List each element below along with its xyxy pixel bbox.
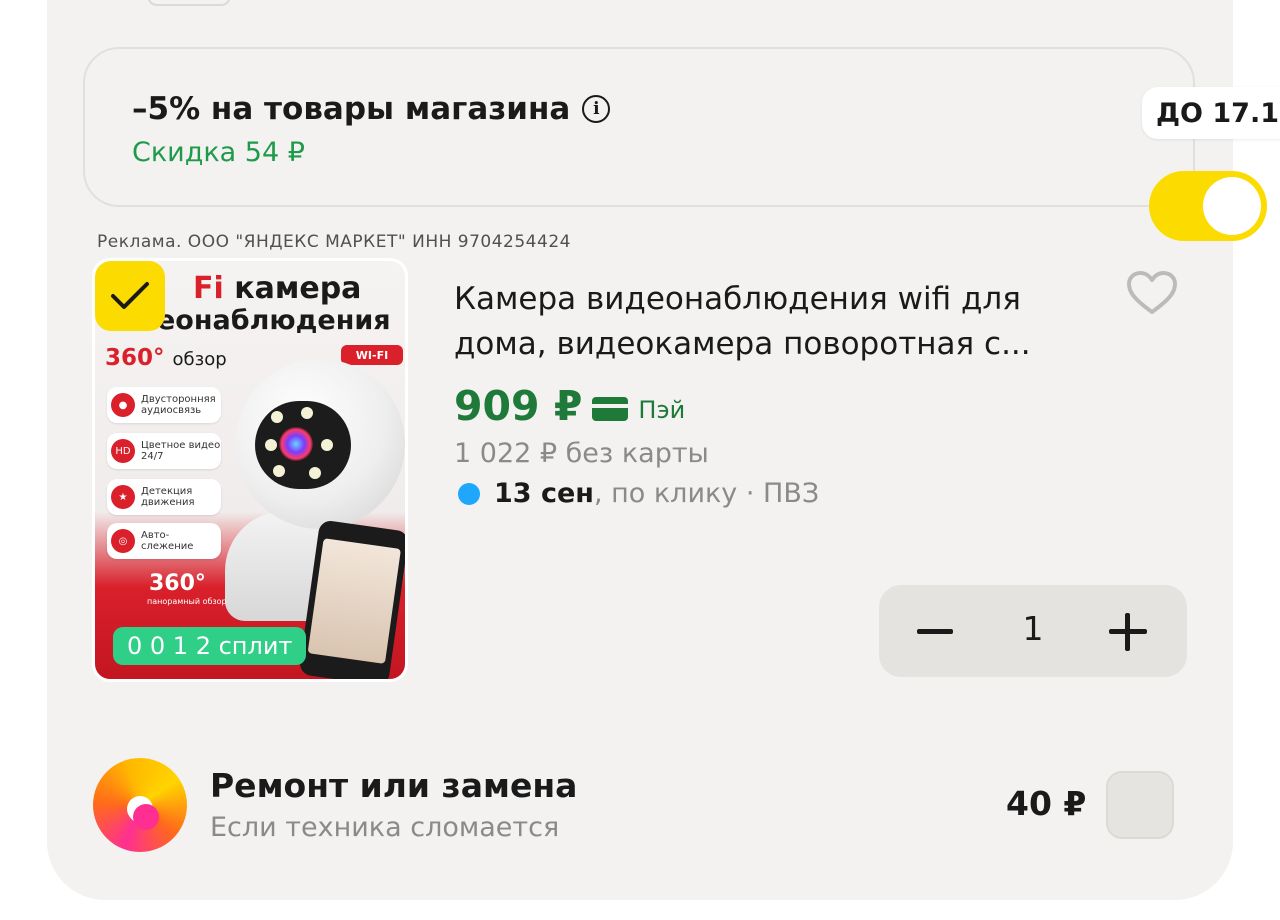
image-title-line2: еонаблюдения (157, 305, 391, 336)
price-without-card: 1 022 ₽ без карты (454, 438, 709, 469)
store-discount-toggle[interactable] (1149, 171, 1267, 241)
favorite-button[interactable] (1124, 268, 1180, 318)
quantity-value: 1 (1022, 609, 1044, 648)
delivery-details: , по клику · ПВЗ (593, 478, 820, 509)
wifi-badge: WI-FI (341, 345, 403, 365)
quantity-stepper: 1 (879, 585, 1187, 677)
service-price: 40 ₽ (1006, 784, 1087, 823)
info-icon[interactable]: i (582, 95, 611, 123)
image-feature: HD Цветное видео 24/7 (107, 433, 221, 469)
previous-element-edge (147, 0, 231, 6)
delivery-status-icon (458, 482, 480, 505)
toggle-knob (1203, 177, 1261, 235)
price-row: 909 ₽ Пэй (454, 382, 685, 430)
image-feature: ★ Детекция движения (107, 479, 221, 515)
target-icon: ◎ (111, 529, 135, 553)
increase-button[interactable] (1109, 613, 1147, 651)
mic-icon: ● (111, 393, 135, 417)
image-360-bottom-sub: панорамный обзор (147, 597, 227, 606)
price: 909 ₽ (454, 382, 583, 430)
camera-lens (279, 427, 313, 461)
store-discount-title-text: –5% на товары магазина (132, 91, 571, 127)
store-discount-title[interactable]: –5% на товары магазина i (132, 91, 611, 127)
discount-amount: Скидка 54 ₽ (132, 137, 305, 168)
motion-icon: ★ (111, 485, 135, 509)
service-checkbox[interactable] (1106, 771, 1174, 839)
service-logo (93, 758, 187, 852)
store-discount-panel: –5% на товары магазина i Скидка 54 ₽ ДО … (83, 47, 1280, 241)
heart-icon (1127, 271, 1177, 314)
delivery-date: 13 сен (494, 478, 594, 509)
product-select-checkbox[interactable] (95, 261, 165, 331)
product-title[interactable]: Камера видеонаблюдения wifi для дома, ви… (454, 277, 1094, 367)
image-title-line1: Fi камера (193, 271, 362, 306)
image-360-badge: 360° обзор (105, 345, 227, 371)
image-360-bottom: 360° (149, 571, 206, 596)
checkmark-icon (111, 282, 149, 309)
deadline-badge: ДО 17.12 (1142, 87, 1280, 139)
service-title[interactable]: Ремонт или замена (210, 766, 577, 805)
hd-icon: HD (111, 439, 135, 463)
product-image[interactable]: Fi камера еонаблюдения 360° обзор WI-FI … (92, 258, 408, 682)
split-badge: 0 0 1 2 сплит (113, 627, 307, 665)
ad-disclaimer: Реклама. ООО "ЯНДЕКС МАРКЕТ" ИНН 9704254… (97, 232, 571, 252)
decrease-button[interactable] (917, 629, 953, 634)
image-feature: ● Двусторонняя аудиосвязь (107, 387, 221, 423)
card-icon (592, 397, 629, 421)
delivery-info: 13 сен , по клику · ПВЗ (458, 478, 819, 509)
pay-label: Пэй (638, 396, 686, 424)
service-subtitle: Если техника сломается (210, 812, 560, 843)
image-feature: ◎ Авто-слежение (107, 523, 221, 559)
